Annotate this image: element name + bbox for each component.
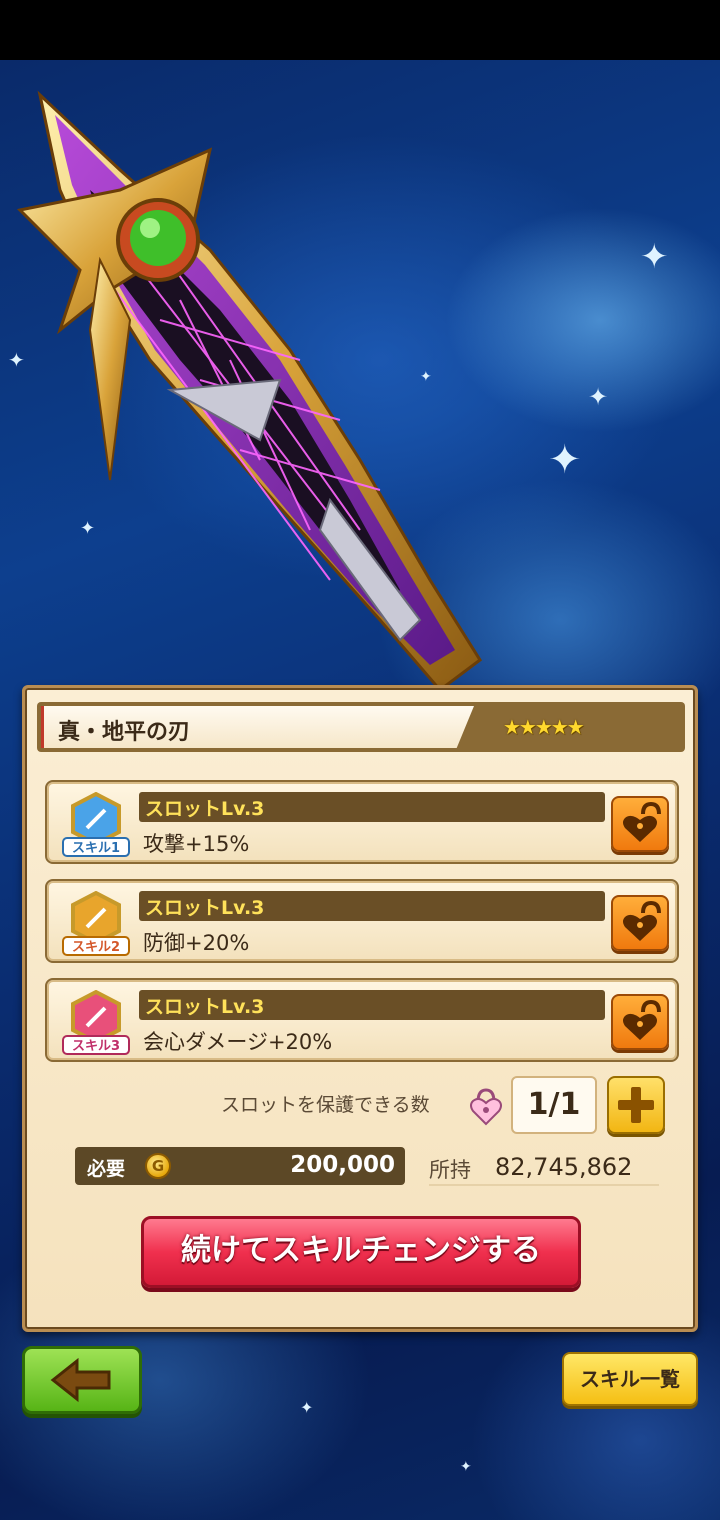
sparkle-icon: ✦ <box>460 1459 472 1475</box>
rarity-stars: ★★★★★ <box>503 715 585 739</box>
skill-slot-1: スキル1 スロットLv.3 攻撃+15% <box>45 780 679 864</box>
required-label: 必要 <box>87 1158 126 1180</box>
add-protect-button[interactable] <box>607 1076 665 1134</box>
skill-2-badge-icon: スキル2 <box>62 891 130 956</box>
weapon-name: 真・地平の刃 <box>58 720 191 745</box>
weapon-name-plate: 真・地平の刃 <box>41 706 474 748</box>
unlock-heart-icon <box>623 801 661 842</box>
skill-slot-3: スキル3 スロットLv.3 会心ダメージ+20% <box>45 978 679 1062</box>
slot-2-level: スロットLv.3 <box>145 897 265 919</box>
back-arrow-icon <box>50 1357 111 1403</box>
slot-1-effect: 攻撃+15% <box>143 832 250 856</box>
heart-padlock-icon <box>470 1088 502 1126</box>
required-cost-value: 200,000 <box>290 1152 395 1178</box>
slot-1-header: スロットLv.3 <box>139 792 605 822</box>
status-bar <box>0 0 720 60</box>
unlock-heart-icon <box>623 900 661 941</box>
back-button[interactable] <box>22 1346 142 1414</box>
slot-3-lock-button[interactable] <box>611 994 669 1050</box>
slot-3-effect: 会心ダメージ+20% <box>143 1030 333 1054</box>
protect-count-label: スロットを保護できる数 <box>221 1094 430 1116</box>
skill-2-badge-label: スキル2 <box>72 940 120 955</box>
plus-icon <box>618 1087 654 1123</box>
owned-gold: 所持 82,745,862 <box>429 1152 659 1186</box>
slot-2-header: スロットLv.3 <box>139 891 605 921</box>
owned-label: 所持 <box>429 1158 471 1182</box>
sparkle-icon: ✦ <box>300 1398 314 1417</box>
skill-list-button[interactable]: スキル一覧 <box>562 1352 698 1406</box>
required-cost-bar: 必要 G 200,000 <box>75 1147 405 1185</box>
skill-slot-2: スキル2 スロットLv.3 防御+20% <box>45 879 679 963</box>
unlock-heart-icon <box>623 999 661 1040</box>
slot-2-lock-button[interactable] <box>611 895 669 951</box>
weapon-title-bar: 真・地平の刃 ★★★★★ <box>37 702 685 752</box>
skill-change-panel: 真・地平の刃 ★★★★★ スキル1 スロットLv.3 攻撃+15% スキル2 ス… <box>22 685 698 1332</box>
skill-1-badge-label: スキル1 <box>72 841 120 856</box>
slot-3-level: スロットLv.3 <box>145 996 265 1018</box>
skill-1-badge-icon: スキル1 <box>62 792 130 857</box>
continue-skill-change-button[interactable]: 続けてスキルチェンジする <box>141 1216 581 1288</box>
weapon-sword-image <box>16 90 483 693</box>
skill-3-badge-label: スキル3 <box>72 1039 120 1054</box>
slot-1-lock-button[interactable] <box>611 796 669 852</box>
slot-1-level: スロットLv.3 <box>145 798 265 820</box>
owned-value: 82,745,862 <box>495 1153 633 1181</box>
protect-count-value: 1/1 <box>511 1076 597 1134</box>
gold-coin-icon: G <box>145 1153 171 1179</box>
slot-3-header: スロットLv.3 <box>139 990 605 1020</box>
skill-3-badge-icon: スキル3 <box>62 990 130 1055</box>
slot-2-effect: 防御+20% <box>143 931 250 955</box>
